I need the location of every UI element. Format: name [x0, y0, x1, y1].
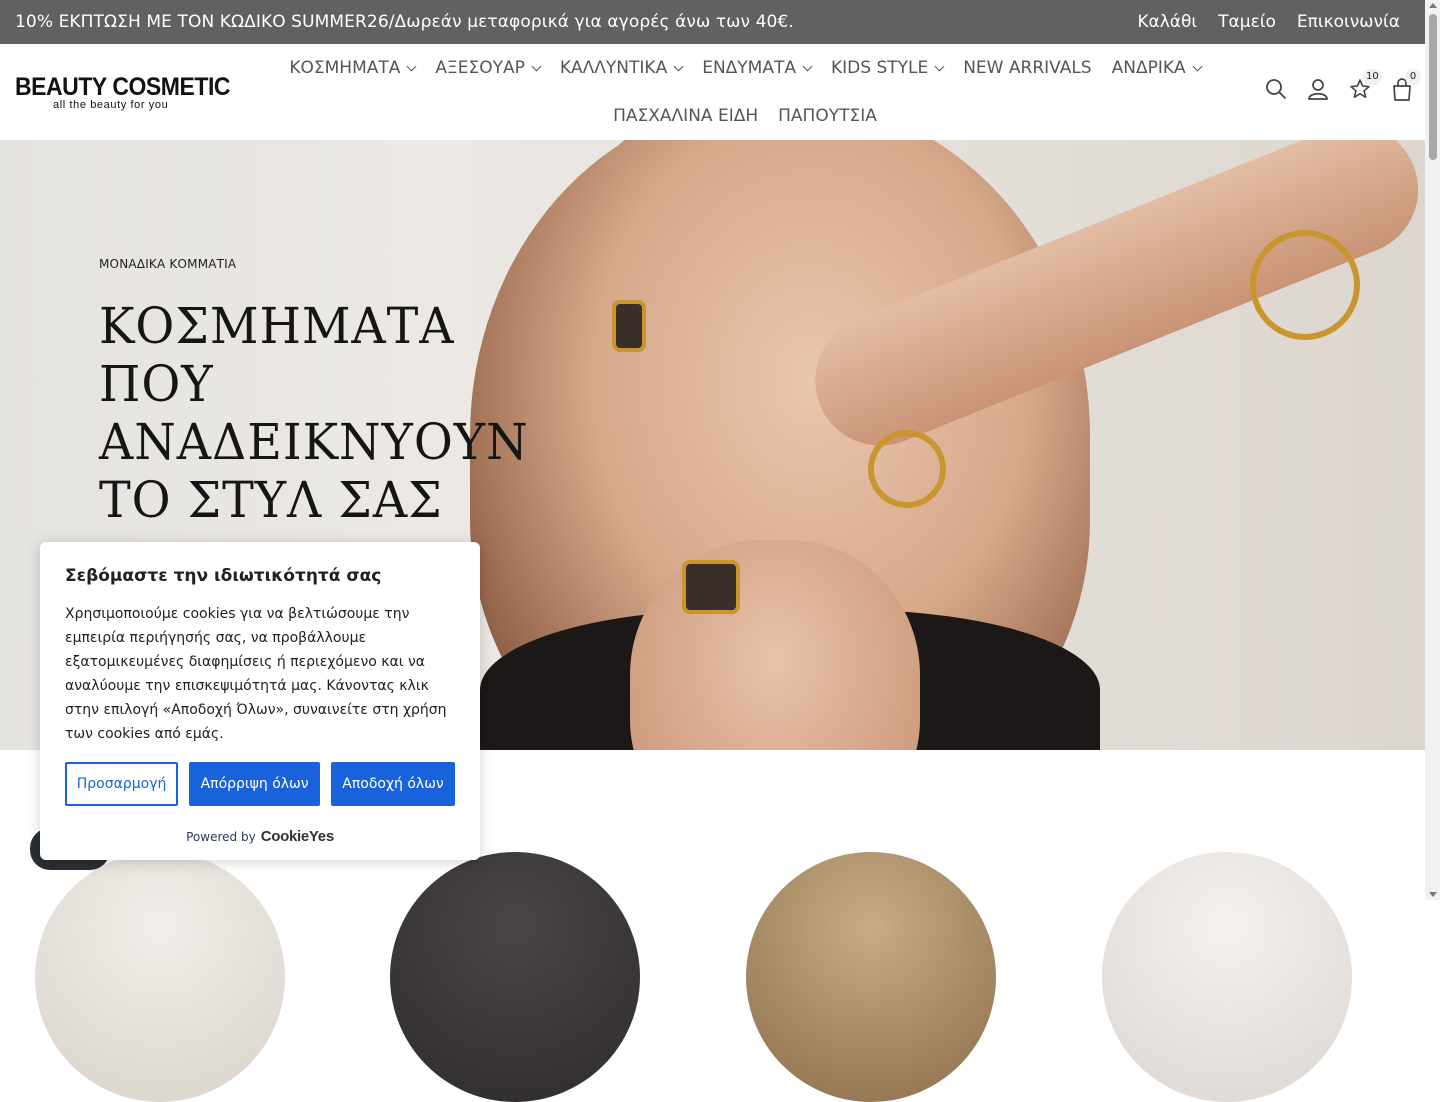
nav-item-mens[interactable]: ΑΝΔΡΙΚΑ [1102, 58, 1211, 78]
announcement-bar: 10% ΕΚΠΤΩΣΗ ΜΕ ΤΟΝ ΚΩΔΙΚΟ SUMMER26/Δωρεά… [0, 0, 1425, 44]
nav-item-kids-style[interactable]: KIDS STYLE [821, 58, 953, 78]
page-scrollbar[interactable] [1425, 0, 1440, 900]
chevron-down-icon [1192, 61, 1203, 71]
site-header: BEAUTY COSMETIC all the beauty for you Κ… [0, 44, 1425, 140]
category-circle-3[interactable] [746, 852, 996, 1102]
cookie-title: Σεβόμαστε την ιδιωτικότητά σας [65, 566, 382, 586]
checkout-link[interactable]: Ταμείο [1218, 12, 1276, 32]
nav-row-2: ΠΑΣΧΑΛΙΝΑ ΕΙΔΗ ΠΑΠΟΥΤΣΙΑ [270, 92, 1220, 140]
earring-image [612, 300, 646, 352]
main-nav: ΚΟΣΜΗΜΑΤΑ ΑΞΕΣΟΥΑΡ ΚΑΛΛΥΝΤΙΚΑ ΕΝΔΥΜΑΤΑ K… [270, 44, 1220, 140]
logo-tagline: all the beauty for you [53, 99, 169, 111]
gem-ring-image [682, 560, 740, 614]
nav-item-label: ΠΑΠΟΥΤΣΙΑ [778, 106, 877, 126]
powered-by-label: Powered by [186, 829, 256, 844]
nav-row-1: ΚΟΣΜΗΜΑΤΑ ΑΞΕΣΟΥΑΡ ΚΑΛΛΥΝΤΙΚΑ ΕΝΔΥΜΑΤΑ K… [270, 44, 1220, 92]
nav-item-cosmetics[interactable]: ΚΑΛΛΥΝΤΙΚΑ [550, 58, 692, 78]
account-button[interactable] [1307, 78, 1329, 102]
site-logo[interactable]: BEAUTY COSMETIC all the beauty for you [15, 73, 231, 111]
customize-button[interactable]: Προσαρμογή [65, 762, 179, 806]
cookieyes-logo[interactable]: CookieYes [261, 828, 334, 845]
nav-item-easter[interactable]: ΠΑΣΧΑΛΙΝΑ ΕΙΔΗ [603, 106, 768, 126]
hero-eyebrow: ΜΟΝΑΔΙΚΑ ΚΟΜΜΑΤΙΑ [99, 257, 237, 271]
scrollbar-thumb[interactable] [1429, 14, 1437, 160]
cookie-description: Χρησιμοποιούμε cookies για να βελτιώσουμ… [65, 606, 447, 742]
nav-item-new-arrivals[interactable]: NEW ARRIVALS [953, 58, 1101, 78]
promo-text: 10% ΕΚΠΤΩΣΗ ΜΕ ΤΟΝ ΚΩΔΙΚΟ SUMMER26/Δωρεά… [15, 12, 794, 32]
category-circle-2[interactable] [390, 852, 640, 1102]
user-icon [1308, 79, 1328, 100]
powered-by: Powered by CookieYes [65, 828, 455, 845]
nav-item-label: ΠΑΣΧΑΛΙΝΑ ΕΙΔΗ [613, 106, 759, 126]
top-links: Καλάθι Ταμείο Επικοινωνία [1137, 12, 1400, 32]
nav-item-label: ΚΟΣΜΗΜΑΤΑ [289, 58, 401, 78]
contact-link[interactable]: Επικοινωνία [1297, 12, 1400, 32]
nav-item-label: ΕΝΔΥΜΑΤΑ [702, 58, 796, 78]
nav-item-label: ΑΝΔΡΙΚΑ [1111, 58, 1186, 78]
cookie-consent-dialog: Σεβόμαστε την ιδιωτικότητά σας Χρησιμοπο… [40, 542, 480, 860]
cart-link[interactable]: Καλάθι [1137, 12, 1197, 32]
accept-all-button[interactable]: Αποδοχή όλων [331, 762, 455, 806]
reject-all-button[interactable]: Απόρριψη όλων [189, 762, 321, 806]
nav-item-label: KIDS STYLE [831, 58, 929, 78]
cart-count-badge: 0 [1405, 69, 1421, 85]
category-circle-4[interactable] [1102, 852, 1352, 1102]
chevron-down-icon [406, 61, 417, 71]
nav-item-accessories[interactable]: ΑΞΕΣΟΥΑΡ [425, 58, 550, 78]
chevron-down-icon [673, 61, 684, 71]
chevron-down-icon [934, 61, 945, 71]
category-circle-1[interactable] [35, 852, 285, 1102]
ring-image [868, 430, 946, 508]
hero-text-block: ΜΟΝΑΔΙΚΑ ΚΟΜΜΑΤΙΑ ΚΟΣΜΗΜΑΤΑ ΠΟΥ ΑΝΑΔΕΙΚΝ… [99, 257, 539, 529]
search-button[interactable] [1265, 78, 1287, 102]
bracelet-image [1250, 230, 1360, 340]
scroll-up-arrow-icon[interactable] [1429, 3, 1437, 8]
nav-item-label: ΚΑΛΛΥΝΤΙΚΑ [559, 58, 668, 78]
cookie-buttons: Προσαρμογή Απόρριψη όλων Αποδοχή όλων [65, 762, 455, 806]
nav-item-label: ΑΞΕΣΟΥΑΡ [435, 58, 525, 78]
scroll-down-arrow-icon[interactable] [1429, 892, 1437, 897]
chevron-down-icon [802, 61, 813, 71]
hero-title: ΚΟΣΜΗΜΑΤΑ ΠΟΥ ΑΝΑΔΕΙΚΝΥΟΥΝ ΤΟ ΣΤΥΛ ΣΑΣ [99, 297, 529, 529]
wishlist-count-badge: 10 [1363, 69, 1382, 85]
search-icon [1266, 79, 1286, 99]
logo-brand: BEAUTY COSMETIC [15, 73, 231, 101]
header-icons: 10 0 [1265, 69, 1421, 102]
nav-item-jewelry[interactable]: ΚΟΣΜΗΜΑΤΑ [279, 58, 425, 78]
nav-item-clothing[interactable]: ΕΝΔΥΜΑΤΑ [692, 58, 821, 78]
wishlist-button[interactable]: 10 [1349, 69, 1382, 102]
nav-item-label: NEW ARRIVALS [963, 58, 1092, 78]
nav-item-shoes[interactable]: ΠΑΠΟΥΤΣΙΑ [768, 106, 887, 126]
cart-button[interactable]: 0 [1391, 69, 1421, 102]
chevron-down-icon [531, 61, 542, 71]
